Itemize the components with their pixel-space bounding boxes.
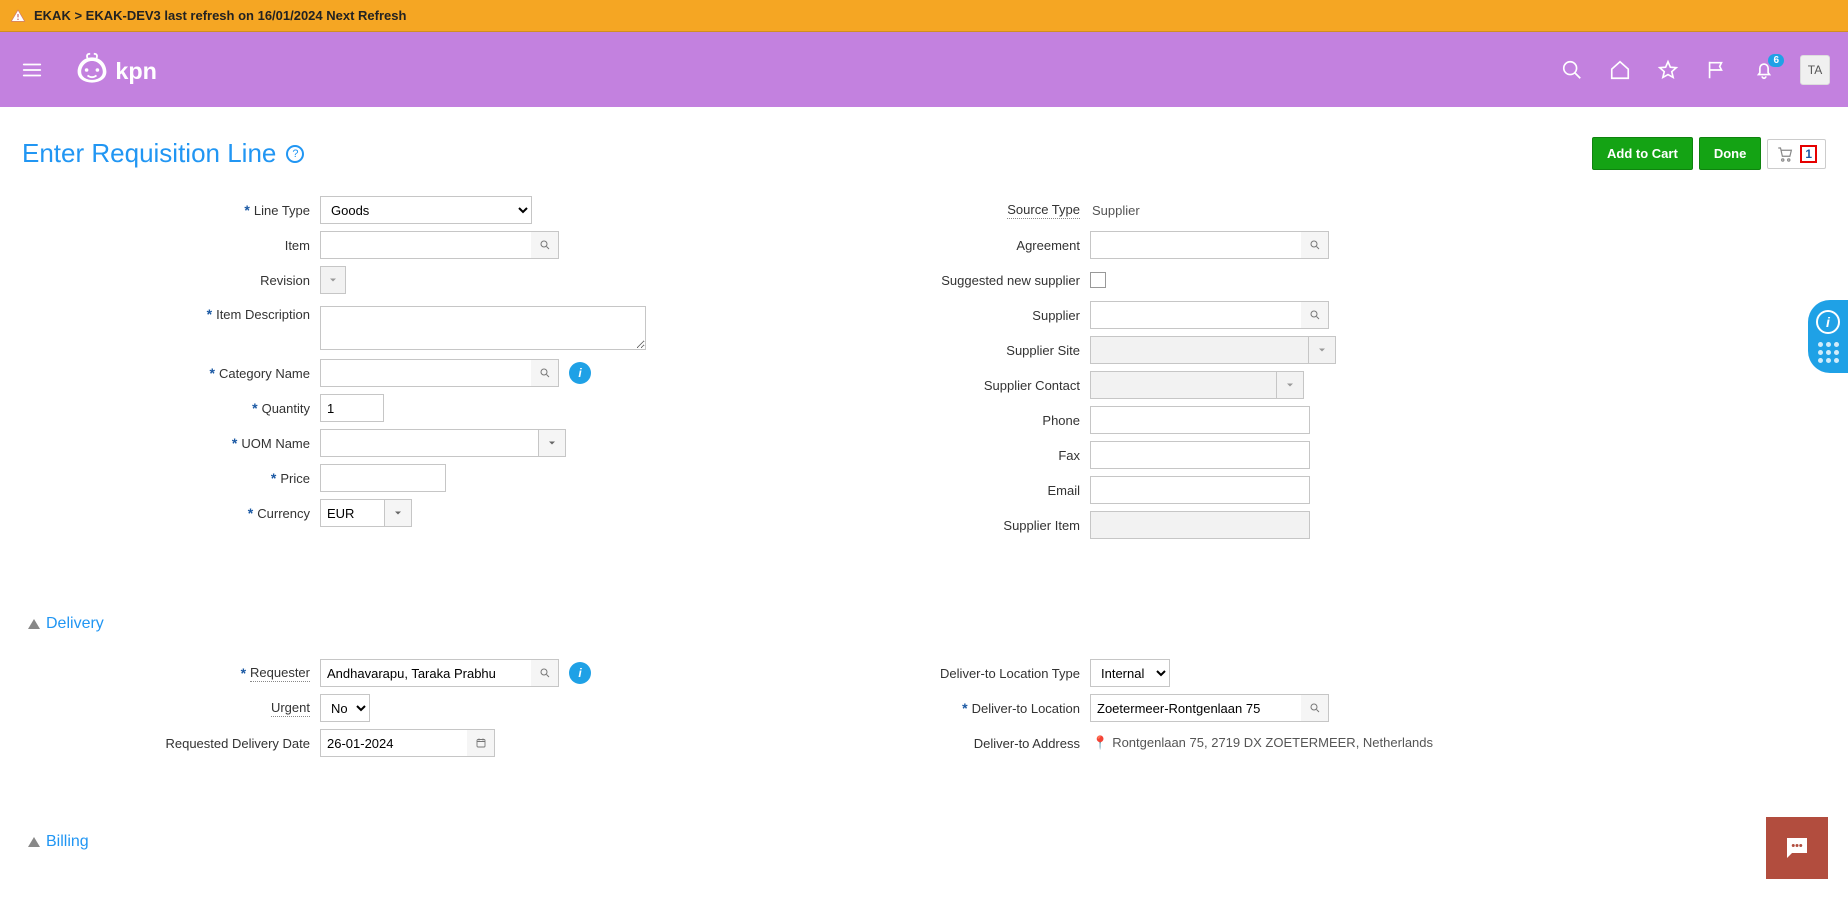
notifications-icon[interactable]: 6 <box>1752 58 1776 82</box>
supplier-contact-input <box>1090 371 1276 399</box>
banner-text: EKAK > EKAK-DEV3 last refresh on 16/01/2… <box>34 8 406 23</box>
delivery-section-header[interactable]: Delivery <box>0 585 1848 643</box>
deliver-to-location-search-icon[interactable] <box>1301 694 1329 722</box>
category-name-input[interactable] <box>320 359 532 387</box>
fax-input[interactable] <box>1090 441 1310 469</box>
deliver-to-location-input[interactable] <box>1090 694 1302 722</box>
supplier-item-input <box>1090 511 1310 539</box>
urgent-select[interactable]: No <box>320 694 370 722</box>
item-description-textarea[interactable] <box>320 306 646 350</box>
quantity-input[interactable] <box>320 394 384 422</box>
deliver-to-location-type-select[interactable]: Internal <box>1090 659 1170 687</box>
revision-dropdown <box>320 266 346 294</box>
currency-dropdown-icon[interactable] <box>384 499 412 527</box>
chat-button[interactable] <box>1766 817 1828 879</box>
svg-text:kpn: kpn <box>115 58 157 84</box>
item-input[interactable] <box>320 231 532 259</box>
billing-section-header[interactable]: Billing <box>0 803 1848 861</box>
email-input[interactable] <box>1090 476 1310 504</box>
star-icon[interactable] <box>1656 58 1680 82</box>
suggested-supplier-checkbox[interactable] <box>1090 272 1106 288</box>
cart-count: 1 <box>1800 145 1817 163</box>
cart-button[interactable]: 1 <box>1767 139 1826 169</box>
collapse-icon <box>28 837 40 847</box>
add-to-cart-button[interactable]: Add to Cart <box>1592 137 1693 170</box>
requester-input[interactable] <box>320 659 532 687</box>
supplier-site-dropdown-icon <box>1308 336 1336 364</box>
delivery-left-column: *Requester i Urgent No Requested Deliver… <box>30 653 790 763</box>
flag-icon[interactable] <box>1704 58 1728 82</box>
supplier-input[interactable] <box>1090 301 1302 329</box>
title-row: Enter Requisition Line ? Add to Cart Don… <box>0 107 1848 180</box>
notification-count: 6 <box>1768 54 1784 67</box>
info-icon[interactable]: i <box>569 662 591 684</box>
currency-input[interactable] <box>320 499 384 527</box>
requester-search-icon[interactable] <box>531 659 559 687</box>
user-avatar[interactable]: TA <box>1800 55 1830 85</box>
agreement-input[interactable] <box>1090 231 1302 259</box>
delivery-right-column: Deliver-to Location Type Internal *Deliv… <box>800 653 1560 763</box>
app-header: kpn 6 TA <box>0 32 1848 107</box>
search-icon[interactable] <box>1560 58 1584 82</box>
help-icon[interactable]: ? <box>286 145 304 163</box>
calendar-icon[interactable] <box>467 729 495 757</box>
brand-logo[interactable]: kpn <box>74 52 200 88</box>
home-icon[interactable] <box>1608 58 1632 82</box>
left-column: *Line Type Goods Item Revision *Item Des… <box>30 190 790 545</box>
chat-icon <box>1782 833 1812 863</box>
price-input[interactable] <box>320 464 446 492</box>
done-button[interactable]: Done <box>1699 137 1762 170</box>
map-pin-icon: 📍 <box>1092 735 1108 750</box>
uom-name-input[interactable] <box>320 429 538 457</box>
category-search-icon[interactable] <box>531 359 559 387</box>
guide-widget[interactable]: i <box>1808 300 1848 373</box>
menu-button[interactable] <box>18 56 46 84</box>
right-column: Source Type Supplier Agreement Suggested… <box>800 190 1560 545</box>
requested-delivery-date-input[interactable] <box>320 729 468 757</box>
line-type-select[interactable]: Goods <box>320 196 532 224</box>
supplier-search-icon[interactable] <box>1301 301 1329 329</box>
collapse-icon <box>28 619 40 629</box>
supplier-contact-dropdown-icon <box>1276 371 1304 399</box>
cart-icon <box>1776 145 1794 163</box>
supplier-site-input <box>1090 336 1308 364</box>
deliver-to-address-value: 📍Rontgenlaan 75, 2719 DX ZOETERMEER, Net… <box>1090 731 1435 755</box>
phone-input[interactable] <box>1090 406 1310 434</box>
page-title: Enter Requisition Line ? <box>22 138 304 169</box>
keypad-icon <box>1818 342 1839 363</box>
agreement-search-icon[interactable] <box>1301 231 1329 259</box>
source-type-value: Supplier <box>1090 199 1142 222</box>
uom-dropdown-icon[interactable] <box>538 429 566 457</box>
guide-info-icon: i <box>1816 310 1840 334</box>
warning-icon <box>10 8 26 24</box>
item-search-icon[interactable] <box>531 231 559 259</box>
environment-banner: EKAK > EKAK-DEV3 last refresh on 16/01/2… <box>0 0 1848 32</box>
info-icon[interactable]: i <box>569 362 591 384</box>
